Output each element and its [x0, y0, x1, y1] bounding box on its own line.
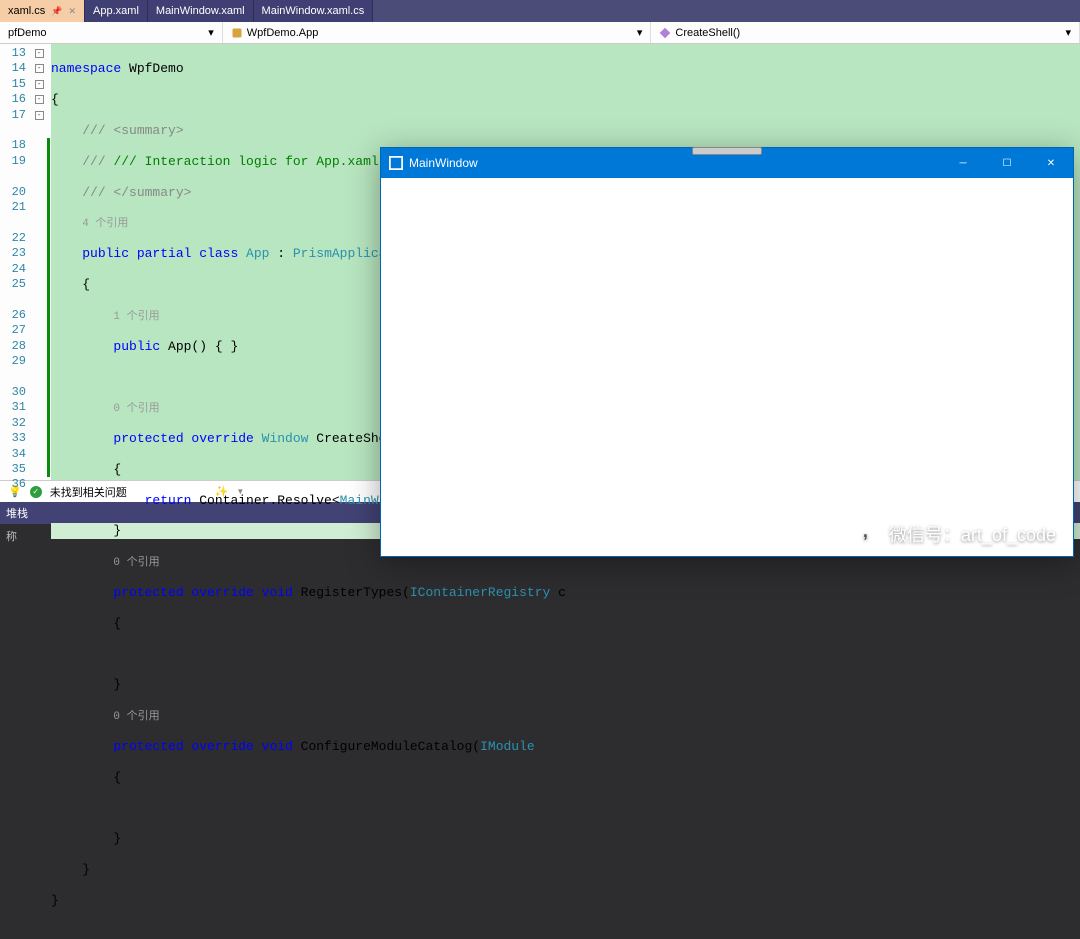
tab-app-xaml[interactable]: App.xaml [85, 0, 148, 22]
tab-label: App.xaml [93, 5, 139, 17]
chevron-down-icon: ▾ [1065, 26, 1071, 39]
codelens-references[interactable]: 0 个引用 [113, 557, 159, 569]
nav-class-label: WpfDemo.App [247, 27, 319, 39]
maximize-button[interactable]: ☐ [985, 148, 1029, 178]
running-app-window[interactable]: MainWindow ─ ☐ ✕ [380, 147, 1074, 557]
codelens-references[interactable]: 0 个引用 [113, 403, 159, 415]
nav-class[interactable]: WpfDemo.App ▾ [223, 22, 652, 43]
window-titlebar[interactable]: MainWindow ─ ☐ ✕ [381, 148, 1073, 178]
tab-xaml-cs[interactable]: xaml.cs 📌 ✕ [0, 0, 85, 22]
chevron-down-icon: ▾ [208, 26, 214, 39]
pin-icon[interactable]: 📌 [51, 6, 62, 17]
close-icon[interactable]: ✕ [69, 6, 77, 17]
fold-toggle[interactable]: - [35, 95, 44, 104]
codelens-references[interactable]: 0 个引用 [113, 711, 159, 723]
app-icon [389, 156, 403, 170]
close-button[interactable]: ✕ [1029, 148, 1073, 178]
fold-toggle[interactable]: - [35, 49, 44, 58]
window-client-area [381, 178, 1073, 556]
fold-toggle[interactable]: - [35, 64, 44, 73]
nav-scope[interactable]: pfDemo ▾ [0, 22, 223, 43]
tab-label: xaml.cs [8, 5, 45, 17]
tab-label: MainWindow.xaml.cs [262, 5, 365, 17]
tab-mainwindow-xaml-cs[interactable]: MainWindow.xaml.cs [254, 0, 374, 22]
fold-gutter: - - - - - [32, 44, 46, 480]
navigation-bar: pfDemo ▾ WpfDemo.App ▾ CreateShell() ▾ [0, 22, 1080, 44]
debug-toolbar-handle[interactable] [692, 147, 762, 155]
nav-member-label: CreateShell() [675, 27, 740, 39]
watermark: 微信号：art_of_code [859, 521, 1056, 547]
line-number-gutter: 1314151617 1819 2021 222324 25🖌 26272829… [0, 44, 32, 480]
tab-mainwindow-xaml[interactable]: MainWindow.xaml [148, 0, 254, 22]
wechat-icon [859, 525, 881, 543]
method-icon [659, 27, 671, 39]
class-icon [231, 27, 243, 39]
window-title: MainWindow [409, 156, 478, 170]
codelens-references[interactable]: 4 个引用 [82, 218, 128, 230]
tab-label: MainWindow.xaml [156, 5, 245, 17]
panel-title: 堆栈 [6, 505, 28, 521]
fold-toggle[interactable]: - [35, 111, 44, 120]
nav-member[interactable]: CreateShell() ▾ [651, 22, 1080, 43]
ok-check-icon: ✓ [30, 486, 42, 498]
nav-scope-label: pfDemo [8, 27, 47, 39]
watermark-text: 微信号：art_of_code [889, 521, 1056, 547]
minimize-button[interactable]: ─ [941, 148, 985, 178]
codelens-references[interactable]: 1 个引用 [113, 311, 159, 323]
document-tabs: xaml.cs 📌 ✕ App.xaml MainWindow.xaml Mai… [0, 0, 1080, 22]
fold-toggle[interactable]: - [35, 80, 44, 89]
chevron-down-icon: ▾ [637, 26, 643, 39]
